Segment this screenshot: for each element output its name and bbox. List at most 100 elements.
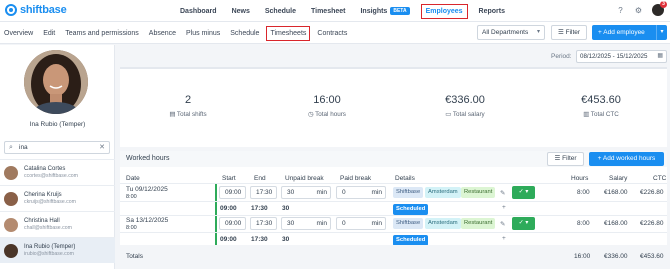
add-worked-hours-button[interactable]: + Add worked hours [589,152,664,166]
employee-email: ccortes@shiftbase.com [24,172,78,179]
unpaid-break-value: 30 [287,220,295,227]
employee-item[interactable]: Ina Rubio (Temper) irubio@shiftbase.com [0,237,115,263]
edit-icon[interactable]: ✎ [500,220,505,228]
nav-dashboard[interactable]: Dashboard [180,8,217,15]
shifts-icon: ▤ [169,111,177,118]
location-tag[interactable]: Amsterdam [425,218,461,229]
stat-total-ctc: €453.60 ▥ Total CTC [541,94,661,118]
employee-email: irubio@shiftbase.com [24,250,74,257]
worked-hours-panel: Worked hours ☰ Filter + Add worked hours… [120,151,667,269]
stat-value: 2 [184,94,192,106]
settings-icon[interactable]: ⚙ [634,6,643,15]
period-picker[interactable]: 08/12/2025 - 15/12/2025 ▦ [576,50,667,63]
nav-reports[interactable]: Reports [479,8,505,15]
worked-hours-header: Worked hours ☰ Filter + Add worked hours [120,151,667,167]
employee-name: Ina Rubio (Temper) [24,243,76,250]
profile-name: Ina Rubio (Temper) [29,121,86,128]
end-time-input[interactable]: 17:30 [250,186,277,199]
employee-sidebar: Ina Rubio (Temper) ⌕ ina ✕ Catalina Cort… [0,45,115,269]
stat-value: 16:00 [313,94,341,106]
tab-edit[interactable]: Edit [43,30,55,37]
shift-tag[interactable]: Shiftbase [393,187,424,198]
add-employee-button[interactable]: + Add employee ▾ [592,25,667,40]
row-date: Tu 09/12/2025 [126,186,168,193]
tab-teams-permissions[interactable]: Teams and permissions [65,30,139,37]
shift-tag[interactable]: Shiftbase [393,218,424,229]
location-tag[interactable]: Amsterdam [425,187,461,198]
employee-item[interactable]: Christina Hall chall@shiftbase.com [0,211,115,237]
top-navbar: shiftbase Dashboard News Schedule Timesh… [0,0,670,22]
filter-icon: ☰ [557,29,566,36]
unpaid-break-value: 30 [287,189,295,196]
avatar [4,165,18,180]
employee-search-input[interactable]: ⌕ ina ✕ [4,141,110,154]
end-time-input[interactable]: 17:30 [250,217,277,230]
employee-email: ckruijs@shiftbase.com [24,198,76,205]
tab-plus-minus[interactable]: Plus minus [186,30,220,37]
unpaid-break-input[interactable]: 30 min [281,186,331,199]
filter-icon: ☰ [554,155,563,162]
department-tag[interactable]: Restaurant [461,187,496,198]
profile-photo [24,50,88,114]
approve-button[interactable]: ✓ ▾ [512,186,535,199]
start-time-input[interactable]: 09:00 [219,186,246,199]
employee-item[interactable]: Cherina Kruijs ckruijs@shiftbase.com [0,185,115,211]
filter-button[interactable]: ☰ Filter [551,25,587,40]
row-salary: €168.00 [604,220,628,227]
add-icon[interactable]: + [502,204,506,211]
employee-list: Catalina Cortes ccortes@shiftbase.com Che… [0,159,115,263]
worked-hours-filter-button[interactable]: ☰ Filter [547,152,584,166]
worked-hours-title: Worked hours [126,155,170,162]
tab-contracts[interactable]: Contracts [317,30,347,37]
col-details: Details [395,175,415,182]
tab-absence[interactable]: Absence [149,30,176,37]
employee-name: Christina Hall [24,217,60,224]
nav-news[interactable]: News [232,8,250,15]
help-icon[interactable]: ? [616,6,625,15]
avatar [4,217,18,232]
scheduled-break: 30 [282,205,290,212]
nav-insights-label: Insights [360,7,388,15]
tab-overview[interactable]: Overview [4,30,33,37]
department-select[interactable]: All Departments ▾ [477,25,545,40]
divider [120,183,667,184]
employee-item[interactable]: Catalina Cortes ccortes@shiftbase.com [0,159,115,185]
row-salary: €168.00 [604,189,628,196]
edit-icon[interactable]: ✎ [500,189,505,197]
beta-badge: BETA [390,7,410,15]
department-tag[interactable]: Restaurant [461,218,496,229]
paid-break-input[interactable]: 0 min [336,217,386,230]
tab-timesheets[interactable]: Timesheets [266,25,311,41]
stat-label: Total CTC [590,111,619,118]
search-icon: ⌕ [9,144,13,151]
employee-name: Catalina Cortes [24,165,66,172]
add-icon[interactable]: + [502,235,506,242]
clear-search-icon[interactable]: ✕ [99,142,105,153]
totals-salary: €336.00 [604,253,628,260]
unpaid-break-unit: min [316,220,327,227]
row-hours: 8:00 [577,220,590,227]
top-icons: ? ⚙ 3 [616,1,667,16]
nav-timesheet[interactable]: Timesheet [311,8,346,15]
user-avatar[interactable]: 3 [652,1,667,16]
col-unpaid-break: Unpaid break [285,175,324,182]
paid-break-value: 0 [342,220,346,227]
paid-break-input[interactable]: 0 min [336,186,386,199]
scheduled-start: 09:00 [220,205,237,212]
tab-schedule[interactable]: Schedule [230,30,259,37]
avatar [4,243,18,258]
nav-employees[interactable]: Employees [420,3,468,19]
chevron-down-icon[interactable]: ▾ [656,25,667,40]
stat-value: €336.00 [445,94,485,106]
notification-badge: 3 [660,1,667,8]
start-time-input[interactable]: 09:00 [219,217,246,230]
unpaid-break-input[interactable]: 30 min [281,217,331,230]
filter-label: Filter [565,29,581,36]
nav-schedule[interactable]: Schedule [265,8,296,15]
divider [120,201,667,202]
approve-button[interactable]: ✓ ▾ [512,217,535,230]
scheduled-start: 09:00 [220,236,237,243]
col-hours: Hours [571,175,589,182]
shiftbase-logo[interactable]: shiftbase [5,4,67,16]
nav-insights[interactable]: Insights BETA [360,7,410,15]
